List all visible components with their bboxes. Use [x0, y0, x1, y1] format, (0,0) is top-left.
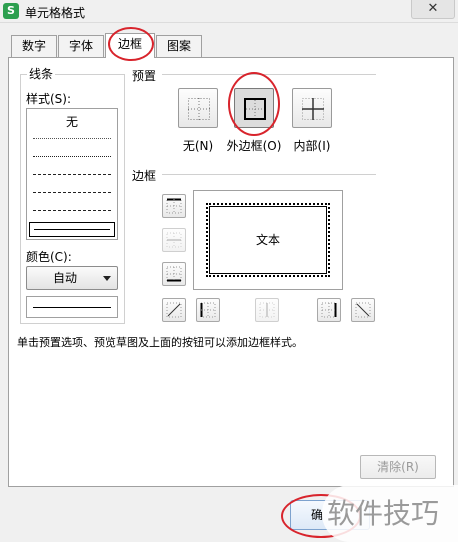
border-title: 边框 [130, 167, 159, 184]
window-title: 单元格格式 [25, 6, 86, 20]
clear-button[interactable]: 清除(R) [360, 455, 436, 479]
border-right-icon [321, 302, 337, 318]
preset-none-label: 无(N) [182, 139, 214, 153]
border-outline-icon [244, 98, 266, 120]
line-style-hair[interactable] [33, 138, 111, 139]
color-dropdown[interactable]: 自动 [26, 266, 118, 290]
preview-text: 文本 [255, 233, 280, 247]
color-value: 自动 [52, 271, 77, 285]
tab-number[interactable]: 数字 [11, 35, 57, 57]
watermark: 软件技巧 [322, 485, 458, 542]
preset-separator [162, 74, 376, 75]
border-diagonal-up-button[interactable] [162, 298, 186, 322]
line-style-dash-dot[interactable] [33, 192, 111, 193]
preview-cell[interactable]: 文本 [206, 203, 330, 277]
border-bottom-button[interactable] [162, 262, 186, 286]
preset-outline-button[interactable] [234, 88, 274, 128]
border-diagonal-down-button[interactable] [351, 298, 375, 322]
line-style-dotted[interactable] [33, 156, 111, 157]
tab-pattern[interactable]: 图案 [156, 35, 202, 57]
title-bar: S 单元格格式 ✕ [0, 0, 458, 23]
border-inside-horizontal-button[interactable] [162, 228, 186, 252]
border-inside-horizontal-icon [166, 232, 182, 248]
line-style-dashed[interactable] [33, 210, 111, 211]
tab-border[interactable]: 边框 [105, 33, 155, 58]
border-separator [162, 174, 376, 175]
border-left-icon [200, 302, 216, 318]
chevron-down-icon [103, 276, 111, 281]
preset-inside-label: 内部(I) [293, 139, 331, 153]
tab-font[interactable]: 字体 [58, 35, 104, 57]
border-preview[interactable]: 文本 [193, 190, 343, 290]
line-style-dash-dot-dot[interactable] [33, 174, 111, 175]
preset-outline-label: 外边框(O) [226, 139, 282, 153]
line-style-none[interactable]: 无 [27, 113, 117, 130]
style-label: 样式(S): [24, 90, 74, 107]
border-inside-icon [302, 98, 324, 120]
color-label: 颜色(C): [24, 248, 74, 265]
hint-text: 单击预置选项、预览草图及上面的按钮可以添加边框样式。 [17, 336, 303, 349]
border-left-button[interactable] [196, 298, 220, 322]
diagonal-up-icon [166, 302, 182, 318]
line-style-selected[interactable] [29, 222, 115, 237]
preset-inside-button[interactable] [292, 88, 332, 128]
border-right-button[interactable] [317, 298, 341, 322]
border-top-icon [166, 198, 182, 214]
diagonal-down-icon [355, 302, 371, 318]
app-icon: S [3, 3, 19, 19]
line-preview [26, 296, 118, 318]
close-button[interactable]: ✕ [411, 0, 455, 19]
border-bottom-icon [166, 266, 182, 282]
watermark-text: 软件技巧 [327, 497, 440, 530]
line-group-title: 线条 [27, 65, 56, 82]
preset-none-button[interactable] [178, 88, 218, 128]
border-inside-vertical-icon [259, 302, 275, 318]
border-inside-vertical-button[interactable] [255, 298, 279, 322]
close-icon: ✕ [427, 1, 439, 16]
line-style-list[interactable]: 无 [26, 108, 118, 240]
preset-title: 预置 [130, 67, 159, 84]
border-top-button[interactable] [162, 194, 186, 218]
border-none-icon [188, 98, 210, 120]
